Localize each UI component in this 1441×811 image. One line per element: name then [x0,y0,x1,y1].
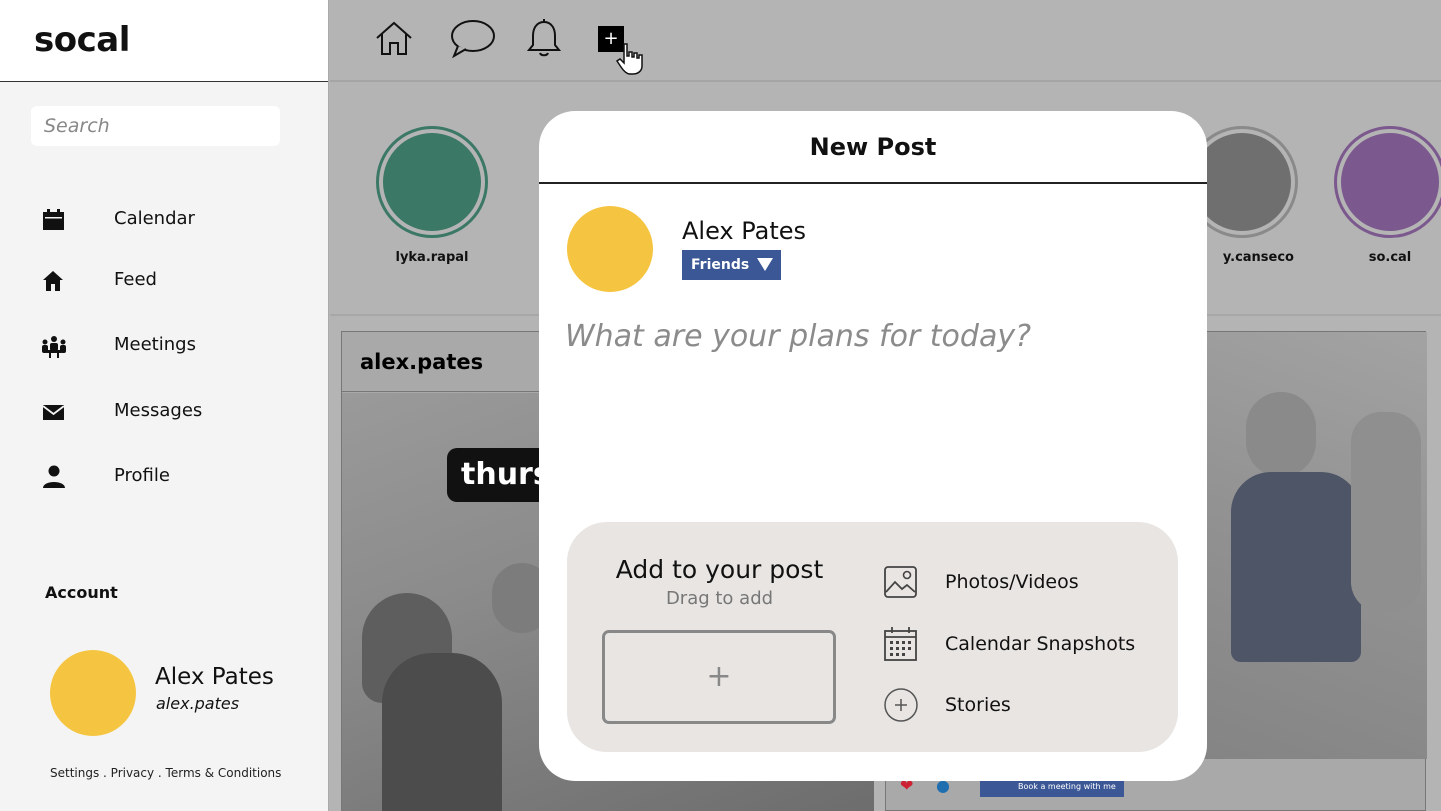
sidebar-item-feed[interactable]: Feed [0,259,329,303]
add-to-post-subtitle: Drag to add [665,588,774,609]
account-heading: Account [45,583,118,602]
drop-zone[interactable]: + [602,630,836,724]
sidebar-item-label: Messages [114,400,203,421]
modal-title: New Post [539,111,1207,184]
sidebar-item-meetings[interactable]: Meetings [0,324,329,368]
option-stories[interactable]: Stories [883,685,1163,725]
search-input[interactable] [31,106,280,146]
top-bar: + [330,0,1441,82]
home-icon [43,271,63,291]
option-calendar-snapshots[interactable]: Calendar Snapshots [883,624,1163,664]
home-icon[interactable] [374,18,414,58]
story-name: lyka.rapal [395,250,469,265]
plus-circle-icon [884,688,918,722]
sidebar-item-label: Feed [114,269,157,290]
story-name: so.cal [1368,250,1412,265]
avatar[interactable] [50,650,136,736]
sidebar-item-profile[interactable]: Profile [0,455,329,499]
image-icon [884,566,917,598]
add-to-post-title: Add to your post [615,555,824,584]
avatar [567,206,653,292]
calendar-icon [43,209,64,230]
sidebar-item-calendar[interactable]: Calendar [0,198,329,242]
person-icon [43,465,65,488]
logo-bar: socal [0,0,328,82]
calendar-grid-icon [884,627,917,661]
story-avatar [376,126,488,238]
mail-icon [42,405,65,420]
sidebar-item-label: Meetings [114,334,196,355]
option-label: Photos/Videos [945,571,1079,593]
option-label: Calendar Snapshots [945,633,1136,655]
option-label: Stories [945,694,1011,716]
audience-label: Friends [691,257,750,273]
option-photos-videos[interactable]: Photos/Videos [883,562,1163,602]
account-name[interactable]: Alex Pates [155,664,274,690]
add-to-post-panel: Add to your post Drag to add + Photos/Vi… [567,522,1178,752]
hand-cursor-icon [615,43,643,75]
story-item[interactable]: so.cal [1334,126,1441,265]
chat-icon[interactable] [450,18,496,58]
story-avatar [1334,126,1441,238]
app-logo[interactable]: socal [34,20,130,60]
story-item[interactable]: lyka.rapal [376,126,488,265]
footer-links[interactable]: Settings . Privacy . Terms & Conditions [50,766,281,780]
modal-user-name: Alex Pates [682,217,807,245]
bell-icon[interactable] [526,18,562,58]
sidebar-item-label: Calendar [114,208,195,229]
new-post-modal: New Post Alex Pates Friends Add to your … [539,111,1207,781]
sidebar-item-messages[interactable]: Messages [0,390,329,434]
caret-down-icon [757,258,773,271]
sidebar-item-label: Profile [114,465,170,486]
post-text-input[interactable] [565,319,1175,509]
account-handle: alex.pates [156,694,240,713]
meeting-icon [42,336,66,358]
audience-dropdown[interactable]: Friends [682,250,781,280]
sidebar: socal Calendar Feed Meetings Messages Pr… [0,0,329,811]
